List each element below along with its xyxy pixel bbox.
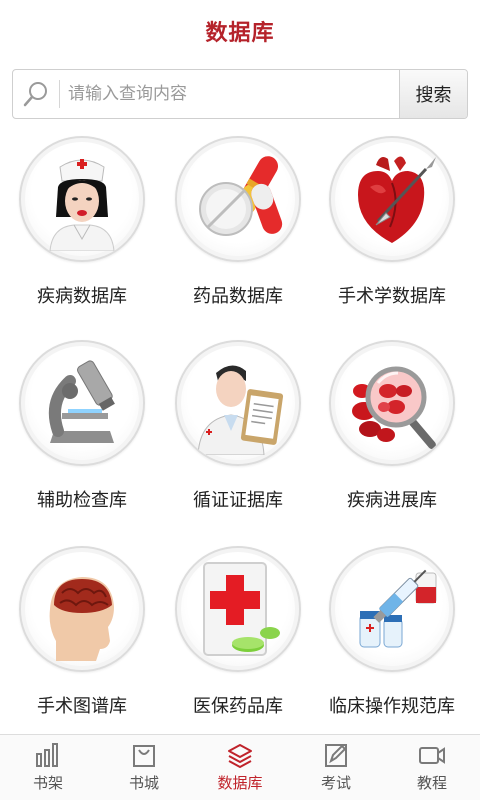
db-item-insurance-drugs[interactable]: 医保药品库 — [158, 546, 318, 746]
tab-database[interactable]: 数据库 — [192, 735, 288, 800]
video-camera-icon — [419, 747, 445, 764]
heart-scalpel-icon — [358, 156, 436, 243]
db-item-label: 疾病数据库 — [37, 286, 127, 307]
db-item-drugs-circle — [175, 136, 301, 262]
db-item-clinical-procedures-circle — [329, 546, 455, 672]
medicine-box-icon — [203, 562, 280, 656]
search-button[interactable]: 搜索 — [399, 70, 467, 118]
tab-exam[interactable]: 考试 — [288, 735, 384, 800]
tab-label: 书架 — [32, 774, 63, 792]
db-item-label: 疾病进展库 — [347, 490, 437, 511]
magnifier-blood-cells-icon — [352, 366, 436, 449]
microscope-icon — [49, 360, 115, 443]
search-icon — [13, 70, 59, 118]
pills-icon — [199, 156, 283, 236]
db-item-label: 循证证据库 — [193, 490, 283, 511]
db-item-label: 手术图谱库 — [37, 696, 127, 717]
layers-icon — [228, 744, 252, 768]
tab-label: 书城 — [128, 774, 159, 792]
db-item-progression[interactable]: 疾病进展库 — [312, 340, 472, 540]
db-item-disease[interactable]: 疾病数据库 — [2, 136, 162, 336]
edit-icon — [325, 744, 347, 767]
page-title: 数据库 — [205, 21, 275, 46]
db-item-surgery[interactable]: 手术学数据库 — [312, 136, 472, 336]
db-item-label: 手术学数据库 — [338, 286, 446, 307]
tab-tutorial[interactable]: 教程 — [384, 735, 480, 800]
header: 数据库 — [0, 0, 480, 62]
db-item-surgical-atlas[interactable]: 手术图谱库 — [2, 546, 162, 746]
search-input[interactable] — [60, 70, 399, 118]
tab-bookstore[interactable]: 书城 — [96, 735, 192, 800]
db-item-label: 辅助检查库 — [37, 490, 127, 511]
db-item-surgical-atlas-circle — [19, 546, 145, 672]
db-item-disease-circle — [19, 136, 145, 262]
syringe-vials-icon — [359, 569, 437, 648]
search-bar: 搜索 — [12, 69, 468, 119]
tab-bookshelf[interactable]: 书架 — [0, 735, 96, 800]
shopping-bag-icon — [133, 745, 155, 767]
tab-label: 教程 — [416, 774, 447, 792]
tab-label: 考试 — [320, 774, 351, 792]
bottom-tab-bar: 书架 书城 数据库 考试 教程 — [0, 734, 480, 800]
db-item-surgery-circle — [329, 136, 455, 262]
db-item-drugs[interactable]: 药品数据库 — [158, 136, 318, 336]
db-item-auxiliary-exam[interactable]: 辅助检查库 — [2, 340, 162, 540]
doctor-clipboard-icon — [197, 365, 284, 455]
db-item-progression-circle — [329, 340, 455, 466]
db-item-evidence-circle — [175, 340, 301, 466]
db-item-label: 临床操作规范库 — [329, 696, 455, 717]
db-item-evidence[interactable]: 循证证据库 — [158, 340, 318, 540]
db-item-insurance-drugs-circle — [175, 546, 301, 672]
tab-label: 数据库 — [217, 774, 263, 792]
nurse-icon — [49, 159, 115, 251]
db-item-auxiliary-exam-circle — [19, 340, 145, 466]
bookshelf-icon — [36, 743, 58, 767]
app-root: 数据库 搜索 — [0, 0, 480, 800]
brain-head-icon — [49, 577, 114, 661]
db-item-clinical-procedures[interactable]: 临床操作规范库 — [312, 546, 472, 746]
db-item-label: 药品数据库 — [193, 286, 283, 307]
db-item-label: 医保药品库 — [193, 696, 283, 717]
